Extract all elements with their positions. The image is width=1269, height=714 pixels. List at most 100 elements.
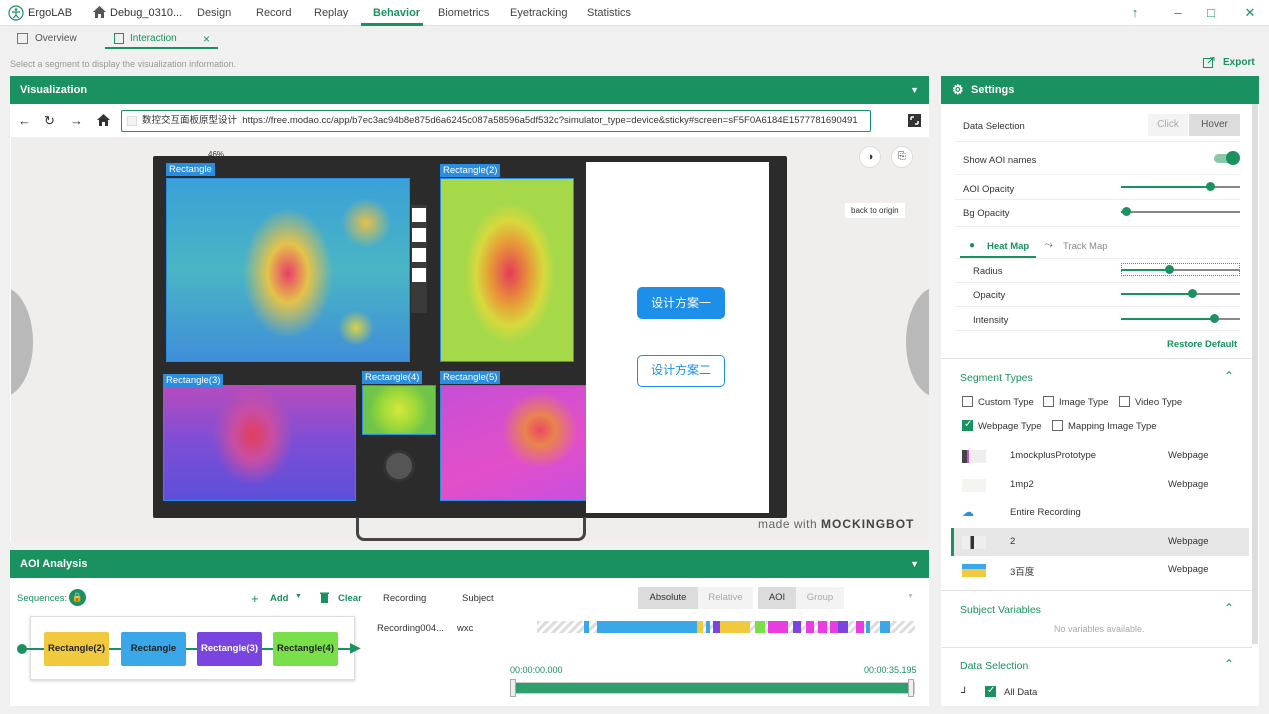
bg-opacity-track[interactable] [1121,211,1240,213]
aoi-box-2[interactable] [440,178,574,362]
all-data-checkbox[interactable] [985,685,996,697]
hover-toggle[interactable]: Hover [1189,114,1240,136]
browser-home-icon[interactable] [97,114,110,126]
bg-opacity-knob[interactable] [1122,207,1131,216]
sequence-arrow-icon: ▶ [350,639,361,655]
visualization-header: Visualization ▼ [10,76,929,104]
toggle-dropdown-icon[interactable]: ▼ [907,593,914,600]
trash-icon[interactable] [320,592,329,603]
lock-icon[interactable]: 🔒 [69,589,86,606]
tree-toggle-icon[interactable]: ⅃ [961,685,966,696]
aoi-toggle[interactable]: AOI [758,587,796,609]
tab-replay[interactable]: Replay [314,7,348,19]
segment-thumbnail [962,479,986,492]
scroll-right-handle[interactable] [906,287,929,397]
click-toggle[interactable]: Click [1148,114,1188,136]
radius-label: Radius [973,266,1003,277]
add-button[interactable]: Add [270,593,288,604]
settings-title: Settings [971,84,1015,96]
aoi-analysis-title: AOI Analysis [20,558,88,570]
range-end-handle[interactable] [908,679,914,697]
tab-heat-map[interactable]: Heat Map [987,241,1029,252]
chevron-up-icon[interactable]: ⌃ [1224,657,1234,671]
video-type-label: Video Type [1135,397,1183,408]
clear-button[interactable]: Clear [338,593,362,604]
tab-statistics[interactable]: Statistics [587,7,631,19]
sequence-node-3[interactable]: Rectangle(3) [197,632,262,666]
chevron-up-icon[interactable]: ⌃ [1224,601,1234,615]
upload-icon[interactable]: ↑ [1127,5,1143,21]
contrast-icon[interactable]: ◑ [859,146,881,168]
track-map-icon: ⤳ [1044,239,1053,251]
gear-icon: ⚙ [952,82,964,97]
minimize-icon[interactable]: – [1170,5,1186,21]
refresh-icon[interactable]: ↻ [44,113,55,129]
sequence-node-4[interactable]: Rectangle(4) [273,632,338,666]
webpage-type-checkbox[interactable] [962,419,973,431]
segment-row[interactable]: 1mp2 Webpage [951,471,1249,499]
collapse-icon[interactable]: ▼ [910,550,919,578]
heat-map-icon: ● [969,240,976,251]
chevron-up-icon[interactable]: ⌃ [1224,369,1234,383]
tab-biometrics[interactable]: Biometrics [438,7,489,19]
add-dropdown-icon[interactable]: ▼ [295,593,302,600]
relative-toggle[interactable]: Relative [698,587,753,609]
time-range-slider[interactable] [510,682,915,694]
aoi-box-5[interactable] [440,385,589,501]
segment-row[interactable]: 3百度 Webpage [951,556,1249,584]
image-type-checkbox[interactable] [1043,396,1054,407]
collapse-icon[interactable]: ▼ [910,76,919,104]
range-start-handle[interactable] [510,679,516,697]
sequence-node-1[interactable]: Rectangle(2) [44,632,109,666]
subtab-indicator [105,47,218,49]
export-button[interactable]: Export [1223,57,1255,68]
scroll-left-handle[interactable] [11,287,33,397]
sequence-node-2[interactable]: Rectangle [121,632,186,666]
video-type-checkbox[interactable] [1119,396,1130,407]
home-icon[interactable] [93,6,106,18]
design-option-2-button[interactable]: 设计方案二 [637,355,725,387]
segment-row[interactable]: ☁ Entire Recording [951,499,1249,527]
aoi-box-1[interactable] [166,178,410,362]
close-tab-icon[interactable]: × [203,32,210,46]
settings-scrollbar[interactable] [1252,104,1258,644]
aoi-box-4[interactable] [362,385,436,435]
absolute-toggle[interactable]: Absolute [638,587,698,609]
fullscreen-icon[interactable] [908,114,921,127]
close-icon[interactable]: ✕ [1242,5,1258,21]
custom-type-checkbox[interactable] [962,396,973,407]
tab-interaction[interactable]: Interaction [130,33,177,44]
col-recording: Recording [383,593,427,604]
opacity-knob[interactable] [1188,289,1197,298]
tab-design[interactable]: Design [197,7,231,19]
back-icon[interactable]: ← [18,113,31,128]
segment-row[interactable]: 2 Webpage [951,528,1249,556]
restore-default-button[interactable]: Restore Default [1167,339,1237,350]
mapping-image-type-checkbox[interactable] [1052,420,1063,431]
toggle-knob[interactable] [1226,151,1240,165]
screenshot-icon[interactable]: ⎘ [891,146,913,168]
aoi-label-4: Rectangle(4) [362,371,423,384]
design-option-1-button[interactable]: 设计方案一 [637,287,725,319]
group-toggle[interactable]: Group [796,587,844,609]
row-subject: wxc [457,623,474,634]
export-icon[interactable] [1203,57,1215,68]
tab-eyetracking[interactable]: Eyetracking [510,7,567,19]
project-name[interactable]: Debug_0310... [110,7,182,19]
webpage-type-label: Webpage Type [978,421,1042,432]
segment-row[interactable]: 1mockplusPrototype Webpage [951,442,1249,470]
radius-knob[interactable] [1165,265,1174,274]
url-title: 数控交互面板原型设计 [142,115,238,126]
back-to-origin-button[interactable]: back to origin [845,203,905,218]
tab-overview[interactable]: Overview [35,33,77,44]
maximize-icon[interactable]: □ [1203,5,1219,21]
add-icon[interactable]: + [251,591,259,606]
tab-track-map[interactable]: Track Map [1063,241,1108,252]
forward-icon[interactable]: → [70,113,83,128]
url-bar[interactable]: 数控交互面板原型设计 https://free.modao.cc/app/b7e… [121,110,871,132]
aoi-box-3[interactable] [163,385,356,501]
intensity-knob[interactable] [1210,314,1219,323]
tab-record[interactable]: Record [256,7,291,19]
tab-behavior[interactable]: Behavior [373,7,420,19]
aoi-opacity-knob[interactable] [1206,182,1215,191]
